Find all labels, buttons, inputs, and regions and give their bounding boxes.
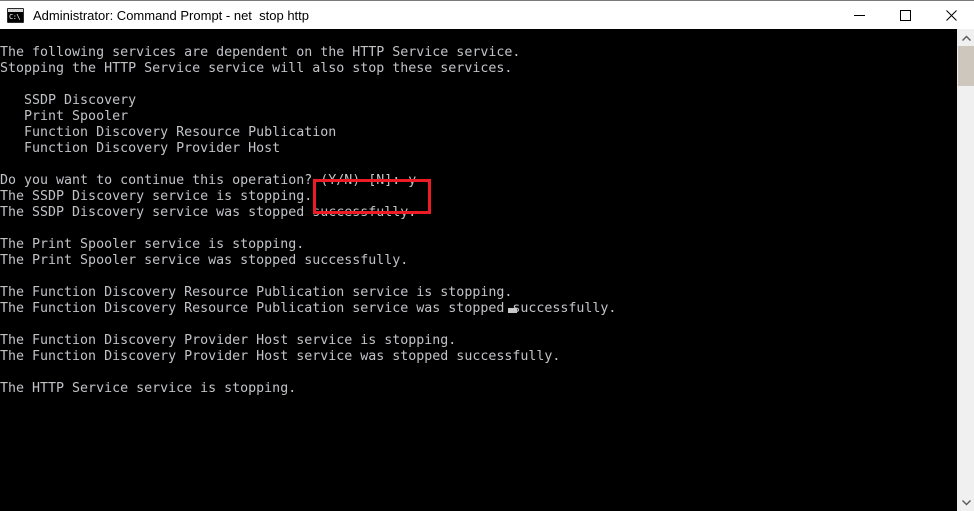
close-button[interactable] xyxy=(928,1,974,30)
window-title: Administrator: Command Prompt - net stop… xyxy=(33,7,309,23)
console-text: The following services are dependent on … xyxy=(0,45,617,397)
maximize-icon xyxy=(899,9,911,21)
scrollbar-track[interactable] xyxy=(958,46,974,494)
text-cursor xyxy=(508,308,517,313)
minimize-button[interactable] xyxy=(836,1,882,30)
minimize-icon xyxy=(853,14,865,16)
scroll-down-button[interactable] xyxy=(958,494,974,511)
console-output-area[interactable]: The following services are dependent on … xyxy=(0,29,957,511)
close-icon xyxy=(945,9,957,21)
icon-prompt-glyph: C:\ xyxy=(9,12,21,21)
scroll-up-button[interactable] xyxy=(958,29,974,46)
command-prompt-window: C:\ Administrator: Command Prompt - net … xyxy=(0,0,974,511)
title-bar-left: C:\ Administrator: Command Prompt - net … xyxy=(0,1,836,30)
title-bar[interactable]: C:\ Administrator: Command Prompt - net … xyxy=(0,0,974,29)
scrollbar-thumb[interactable] xyxy=(958,46,974,86)
vertical-scrollbar[interactable] xyxy=(957,29,974,511)
window-controls xyxy=(836,1,974,30)
chevron-down-icon xyxy=(962,499,971,505)
maximize-button[interactable] xyxy=(882,1,928,30)
chevron-up-icon xyxy=(962,35,971,41)
command-prompt-icon: C:\ xyxy=(7,7,24,23)
